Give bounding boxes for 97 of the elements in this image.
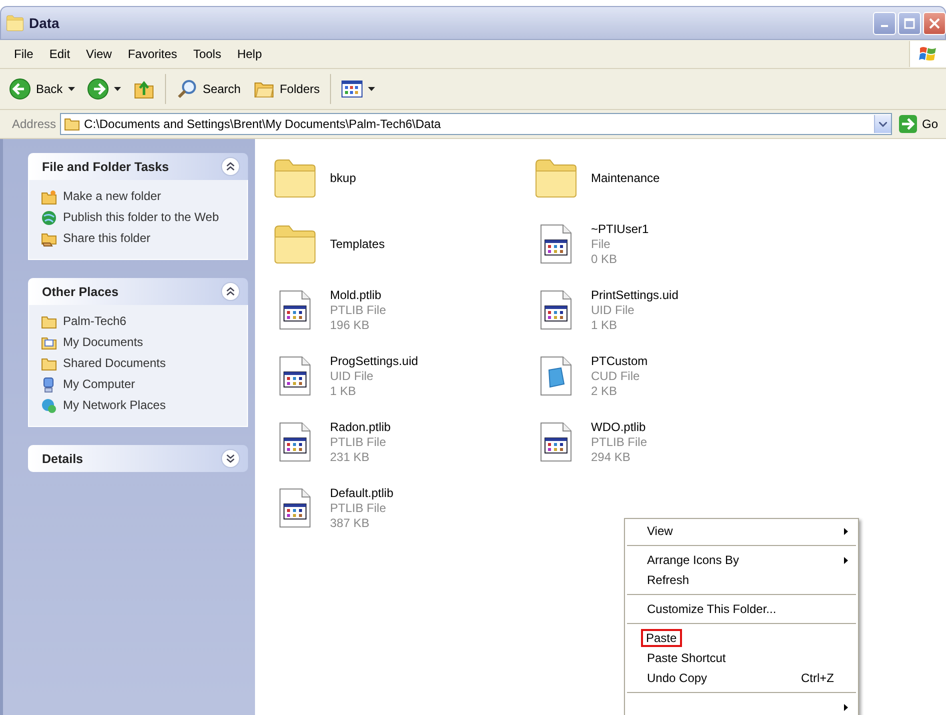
- program-file-icon: [279, 356, 311, 396]
- panel-header[interactable]: File and Folder Tasks: [28, 153, 248, 180]
- task-link[interactable]: My Computer: [63, 377, 136, 391]
- menu-item[interactable]: View: [78, 45, 120, 63]
- search-icon: [176, 78, 198, 100]
- highlight-box: Paste: [643, 631, 680, 645]
- file-name[interactable]: Maintenance: [591, 170, 660, 186]
- program-file-icon: [540, 422, 572, 462]
- menu-item[interactable]: Refresh: [625, 570, 858, 590]
- collapse-chevron-icon: [226, 162, 235, 171]
- file-type: PTLIB File: [330, 434, 388, 450]
- file-name[interactable]: Templates: [330, 236, 385, 252]
- views-icon: [340, 79, 363, 99]
- folder-icon: [41, 356, 57, 372]
- task-link[interactable]: Publish this folder to the Web: [63, 210, 219, 224]
- folders-button[interactable]: Folders: [248, 75, 325, 103]
- close-button[interactable]: [923, 12, 946, 34]
- network-icon: [41, 398, 57, 414]
- window-title: Data: [29, 15, 60, 31]
- minimize-button[interactable]: [873, 12, 896, 34]
- go-button[interactable]: Go: [896, 114, 940, 134]
- file-size: 1 KB: [591, 318, 618, 332]
- menu-item[interactable]: Undo Copy Ctrl+Z: [625, 668, 858, 688]
- documents-folder-icon: [41, 335, 57, 351]
- program-file-icon: [279, 422, 311, 462]
- file-name[interactable]: Mold.ptlib: [330, 288, 386, 302]
- file-size: 0 KB: [591, 252, 618, 266]
- task-link[interactable]: Shared Documents: [63, 356, 166, 370]
- address-field[interactable]: C:\Documents and Settings\Brent\My Documents\Palm-Tech6\Data: [60, 113, 892, 135]
- file-name[interactable]: Default.ptlib: [330, 486, 394, 500]
- dropdown-caret-icon[interactable]: [68, 87, 75, 91]
- menu-item[interactable]: View: [625, 521, 858, 541]
- program-file-icon: [279, 488, 311, 528]
- menu-item[interactable]: Paste: [625, 628, 858, 648]
- chevron-button[interactable]: [221, 449, 240, 468]
- panel-header[interactable]: Other Places: [28, 278, 248, 305]
- file-name[interactable]: Radon.ptlib: [330, 420, 391, 434]
- file-name[interactable]: WDO.ptlib: [591, 420, 648, 434]
- close-icon: [929, 18, 940, 28]
- file-size: 387 KB: [330, 516, 370, 530]
- new-folder-icon: [41, 189, 57, 205]
- menu-item[interactable]: Customize This Folder...: [625, 599, 858, 619]
- minimize-icon: [881, 25, 888, 27]
- folder-icon: [5, 14, 25, 32]
- file-size: 231 KB: [330, 450, 370, 464]
- menu-item[interactable]: Paste Shortcut: [625, 648, 858, 668]
- file-type: PTLIB File: [330, 500, 388, 516]
- windows-flag-icon: [919, 45, 937, 63]
- folder-icon: [64, 117, 80, 131]
- file-name[interactable]: PTCustom: [591, 354, 648, 368]
- file-type: CUD File: [591, 368, 641, 384]
- file-size: 2 KB: [591, 384, 618, 398]
- panel-header[interactable]: Details: [28, 445, 248, 472]
- search-button[interactable]: Search: [170, 75, 246, 103]
- file-size: 196 KB: [330, 318, 370, 332]
- menu-item[interactable]: Help: [229, 45, 270, 63]
- collapse-chevron-icon: [226, 287, 235, 296]
- file-type: File: [591, 236, 612, 252]
- maximize-button[interactable]: [898, 12, 921, 34]
- globe-icon: [41, 210, 57, 226]
- menu-item[interactable]: Tools: [185, 45, 230, 63]
- program-file-icon: [540, 290, 572, 330]
- file-type: PTLIB File: [591, 434, 648, 450]
- file-size: 294 KB: [591, 450, 632, 464]
- dropdown-button[interactable]: [874, 115, 891, 133]
- document-file-icon: [540, 356, 572, 396]
- file-name[interactable]: ~PTIUser1: [591, 222, 649, 236]
- task-link[interactable]: Palm-Tech6: [63, 314, 126, 328]
- chevron-down-icon: [878, 122, 887, 126]
- address-label: Address: [12, 117, 56, 131]
- task-link[interactable]: Share this folder: [63, 231, 150, 245]
- file-name[interactable]: ProgSettings.uid: [330, 354, 418, 368]
- file-type: UID File: [330, 368, 374, 384]
- menu-item[interactable]: Edit: [41, 45, 78, 63]
- shared-folder-icon: [41, 231, 57, 247]
- chevron-button[interactable]: [221, 157, 240, 176]
- file-size: 1 KB: [330, 384, 358, 398]
- chevron-button[interactable]: [221, 282, 240, 301]
- maximize-icon: [904, 18, 915, 28]
- file-name[interactable]: PrintSettings.uid: [591, 288, 678, 302]
- menu-item[interactable]: File: [6, 45, 42, 63]
- task-link[interactable]: My Network Places: [63, 398, 166, 412]
- folder-icon: [41, 314, 57, 330]
- task-link[interactable]: My Documents: [63, 335, 144, 349]
- shortcut: Ctrl+Z: [801, 671, 834, 685]
- dropdown-caret-icon[interactable]: [114, 87, 121, 91]
- expand-chevron-icon: [226, 454, 235, 463]
- menu-item[interactable]: Favorites: [120, 45, 186, 63]
- dropdown-caret-icon[interactable]: [368, 87, 375, 91]
- program-file-icon: [540, 224, 572, 264]
- program-file-icon: [279, 290, 311, 330]
- task-link[interactable]: Make a new folder: [63, 189, 162, 203]
- menu-item[interactable]: Arrange Icons By: [625, 550, 858, 570]
- file-type: UID File: [591, 302, 636, 318]
- file-type: PTLIB File: [330, 302, 386, 318]
- file-name[interactable]: bkup: [330, 170, 356, 186]
- back-button[interactable]: Back: [4, 75, 80, 103]
